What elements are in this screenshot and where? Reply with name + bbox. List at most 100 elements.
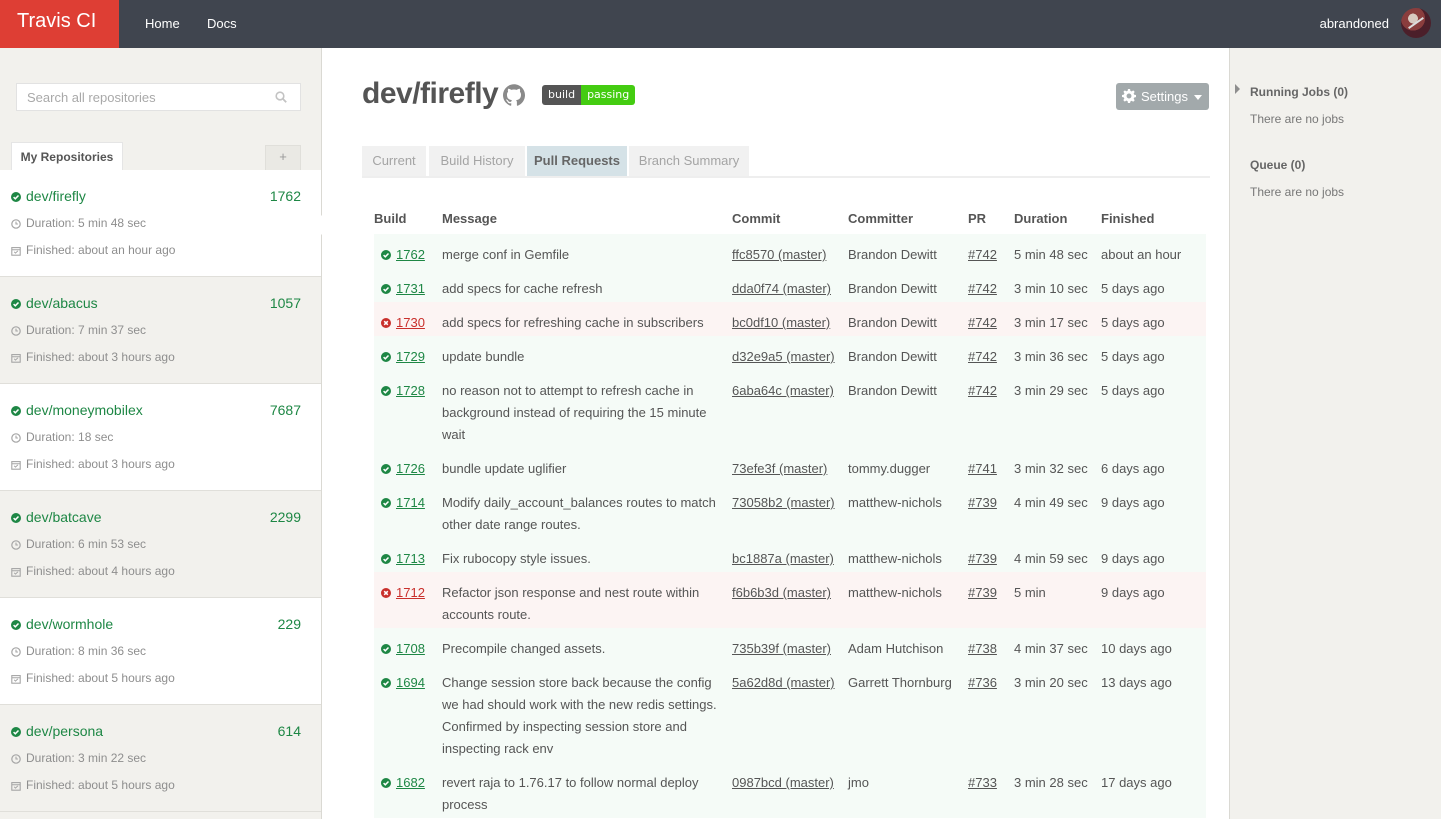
build-number-link[interactable]: 1714 bbox=[396, 492, 425, 514]
repo-build-number[interactable]: 2299 bbox=[270, 509, 301, 525]
table-row[interactable]: 1731 add specs for cache refresh dda0f74 (… bbox=[374, 268, 1206, 302]
tab-my-repositories[interactable]: My Repositories bbox=[11, 142, 123, 170]
add-repository-button[interactable]: + bbox=[265, 145, 301, 170]
committer-name: Brandon Dewitt bbox=[848, 349, 937, 364]
repo-name-link[interactable]: dev/firefly bbox=[26, 188, 86, 204]
repo-build-number[interactable]: 1057 bbox=[270, 295, 301, 311]
commit-link[interactable]: 5a62d8d (master) bbox=[732, 672, 842, 694]
table-row[interactable]: 1682 revert raja to 1.76.17 to follow nor… bbox=[374, 762, 1206, 818]
tab-pull-requests[interactable]: Pull Requests bbox=[527, 146, 627, 176]
username-link[interactable]: abrandoned bbox=[1320, 0, 1389, 47]
commit-link[interactable]: dda0f74 (master) bbox=[732, 278, 842, 300]
table-row[interactable]: 1712 Refactor json response and nest rout… bbox=[374, 572, 1206, 628]
pr-link[interactable]: #741 bbox=[968, 458, 1008, 480]
build-number-link[interactable]: 1731 bbox=[396, 278, 425, 300]
search-input[interactable] bbox=[17, 84, 257, 110]
repo-finished: Finished: about 5 hours ago bbox=[26, 778, 175, 792]
build-tabs: Current Build History Pull Requests Bran… bbox=[362, 146, 1210, 178]
repo-duration: Duration: 5 min 48 sec bbox=[26, 216, 147, 230]
repo-name-link[interactable]: dev/batcave bbox=[26, 509, 102, 525]
pr-link[interactable]: #739 bbox=[968, 548, 1008, 570]
committer-name: tommy.dugger bbox=[848, 461, 931, 476]
build-number-link[interactable]: 1762 bbox=[396, 244, 425, 266]
nav-docs-link[interactable]: Docs bbox=[207, 0, 237, 48]
table-row[interactable]: 1729 update bundle d32e9a5 (master) Brandon… bbox=[374, 336, 1206, 370]
build-number-link[interactable]: 1682 bbox=[396, 772, 425, 794]
repo-item[interactable]: dev/batcave 2299 Duration: 6 min 53 sec Fin… bbox=[0, 491, 321, 598]
build-status-badge[interactable]: build passing bbox=[542, 85, 636, 105]
table-row[interactable]: 1726 bundle update uglifier 73efe3f (maste… bbox=[374, 448, 1206, 482]
table-row[interactable]: 1762 merge conf in Gemfile ffc8570 (master… bbox=[374, 234, 1206, 284]
build-duration: 3 min 17 sec bbox=[1014, 315, 1088, 330]
nav-home-link[interactable]: Home bbox=[145, 0, 180, 48]
repo-name-link[interactable]: dev/moneymobilex bbox=[26, 402, 143, 418]
build-number-link[interactable]: 1726 bbox=[396, 458, 425, 480]
build-duration: 3 min 36 sec bbox=[1014, 349, 1088, 364]
pr-link[interactable]: #742 bbox=[968, 346, 1008, 368]
build-finished: 17 days ago bbox=[1101, 775, 1172, 790]
search-icon[interactable] bbox=[275, 91, 287, 103]
pr-link[interactable]: #742 bbox=[968, 278, 1008, 300]
pr-link[interactable]: #736 bbox=[968, 672, 1008, 694]
commit-message: merge conf in Gemfile bbox=[442, 247, 570, 262]
repo-build-number[interactable]: 229 bbox=[278, 616, 301, 632]
build-number-link[interactable]: 1708 bbox=[396, 638, 425, 660]
passed-status-icon bbox=[11, 406, 21, 416]
repo-item[interactable]: dev/firefly 1762 Duration: 5 min 48 sec Fin… bbox=[0, 170, 321, 277]
table-row[interactable]: 1728 no reason not to attempt to refresh … bbox=[374, 370, 1206, 448]
build-number-link[interactable]: 1713 bbox=[396, 548, 425, 570]
tab-branch-summary[interactable]: Branch Summary bbox=[629, 146, 749, 176]
repo-build-number[interactable]: 614 bbox=[278, 723, 301, 739]
table-row[interactable]: 1708 Precompile changed assets. 735b39f (m… bbox=[374, 628, 1206, 662]
passed-status-icon bbox=[381, 284, 391, 294]
pr-link[interactable]: #739 bbox=[968, 582, 1008, 604]
tab-current[interactable]: Current bbox=[362, 146, 426, 176]
table-row[interactable]: 1714 Modify daily_account_balances routes… bbox=[374, 482, 1206, 538]
pr-link[interactable]: #739 bbox=[968, 492, 1008, 514]
commit-link[interactable]: d32e9a5 (master) bbox=[732, 346, 842, 368]
table-row[interactable]: 1713 Fix rubocopy style issues. bc1887a (m… bbox=[374, 538, 1206, 572]
repo-list: dev/firefly 1762 Duration: 5 min 48 sec Fin… bbox=[0, 170, 321, 812]
calendar-icon bbox=[11, 568, 21, 577]
pr-link[interactable]: #738 bbox=[968, 638, 1008, 660]
build-number-link[interactable]: 1729 bbox=[396, 346, 425, 368]
repo-item[interactable]: dev/persona 614 Duration: 3 min 22 sec Fini… bbox=[0, 705, 321, 812]
settings-button[interactable]: Settings bbox=[1116, 83, 1209, 110]
repo-item[interactable]: dev/moneymobilex 7687 Duration: 18 sec Fini… bbox=[0, 384, 321, 491]
avatar[interactable] bbox=[1401, 8, 1431, 38]
commit-link[interactable]: 6aba64c (master) bbox=[732, 380, 842, 402]
repo-name-link[interactable]: dev/abacus bbox=[26, 295, 98, 311]
repo-item[interactable]: dev/wormhole 229 Duration: 8 min 36 sec Fin… bbox=[0, 598, 321, 705]
repo-build-number[interactable]: 1762 bbox=[270, 188, 301, 204]
badge-status: passing bbox=[581, 85, 636, 105]
commit-link[interactable]: f6b6b3d (master) bbox=[732, 582, 842, 604]
commit-link[interactable]: 0987bcd (master) bbox=[732, 772, 842, 794]
commit-link[interactable]: 73058b2 (master) bbox=[732, 492, 842, 514]
github-icon[interactable] bbox=[503, 84, 525, 106]
collapse-toggle-icon[interactable] bbox=[1235, 84, 1240, 94]
build-number-link[interactable]: 1694 bbox=[396, 672, 425, 694]
build-number-link[interactable]: 1728 bbox=[396, 380, 425, 402]
column-header-committer: Committer bbox=[848, 211, 914, 226]
build-duration: 3 min 20 sec bbox=[1014, 675, 1088, 690]
pr-link[interactable]: #742 bbox=[968, 312, 1008, 334]
commit-link[interactable]: 73efe3f (master) bbox=[732, 458, 842, 480]
repo-item[interactable]: dev/abacus 1057 Duration: 7 min 37 sec Fini… bbox=[0, 277, 321, 384]
build-number-link[interactable]: 1712 bbox=[396, 582, 425, 604]
travis-logo[interactable]: Travis CI bbox=[0, 0, 119, 48]
pr-link[interactable]: #742 bbox=[968, 244, 1008, 266]
repo-name-link[interactable]: dev/wormhole bbox=[26, 616, 113, 632]
repo-build-number[interactable]: 7687 bbox=[270, 402, 301, 418]
pr-link[interactable]: #733 bbox=[968, 772, 1008, 794]
pr-link[interactable]: #742 bbox=[968, 380, 1008, 402]
table-row[interactable]: 1694 Change session store back because th… bbox=[374, 662, 1206, 762]
table-row[interactable]: 1730 add specs for refreshing cache in su… bbox=[374, 302, 1206, 336]
commit-link[interactable]: bc1887a (master) bbox=[732, 548, 842, 570]
commit-link[interactable]: bc0df10 (master) bbox=[732, 312, 842, 334]
repo-name-link[interactable]: dev/persona bbox=[26, 723, 103, 739]
commit-link[interactable]: ffc8570 (master) bbox=[732, 244, 842, 266]
build-number-link[interactable]: 1730 bbox=[396, 312, 425, 334]
tab-build-history[interactable]: Build History bbox=[429, 146, 525, 176]
repo-finished: Finished: about 4 hours ago bbox=[26, 564, 175, 578]
commit-link[interactable]: 735b39f (master) bbox=[732, 638, 842, 660]
